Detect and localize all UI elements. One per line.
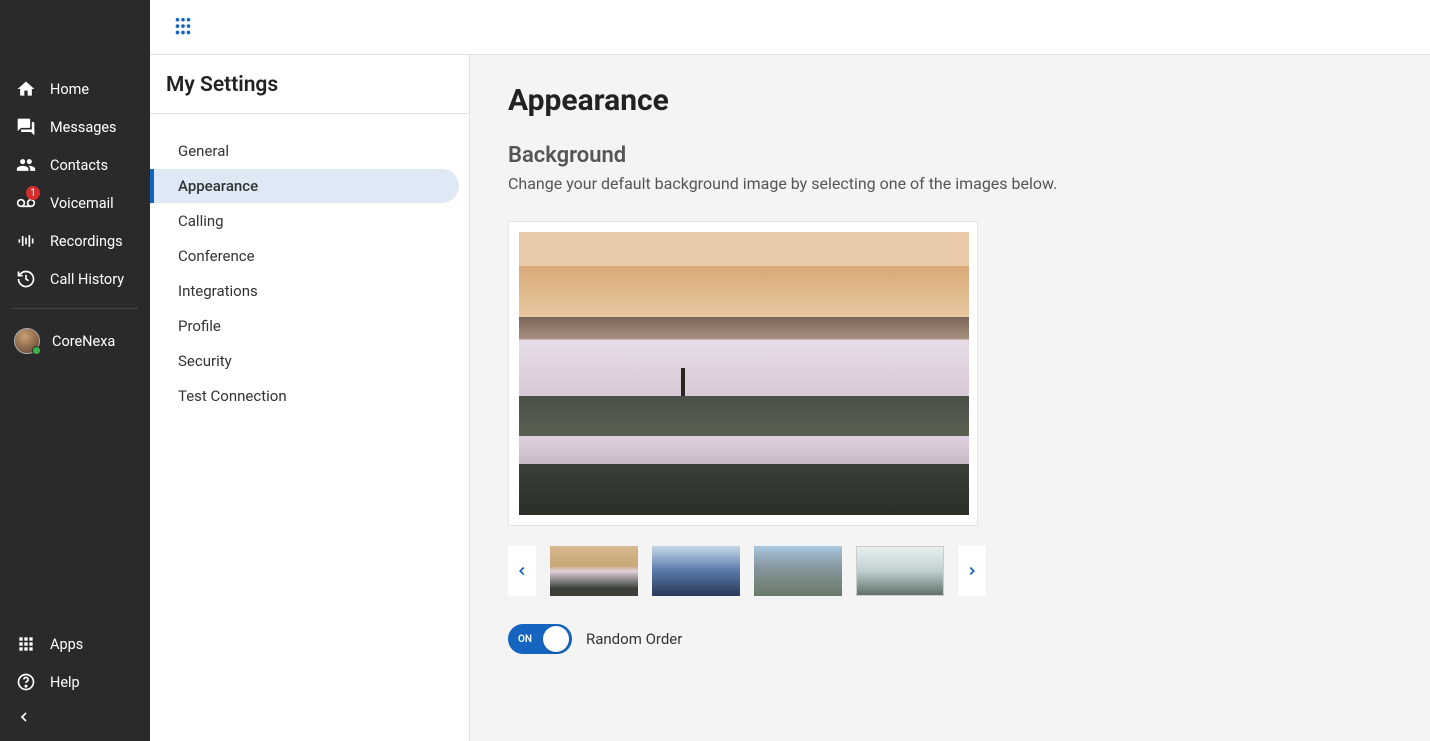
settings-item-calling[interactable]: Calling — [150, 204, 459, 238]
sidebar-item-label: Recordings — [50, 233, 123, 250]
avatar — [14, 328, 40, 354]
sidebar-item-label: Contacts — [50, 157, 108, 174]
background-thumbnail-4[interactable] — [856, 546, 944, 596]
history-icon — [16, 269, 36, 289]
settings-sidebar: My Settings General Appearance Calling C… — [150, 55, 470, 741]
background-thumbnail-2[interactable] — [652, 546, 740, 596]
sidebar-user-label: CoreNexa — [52, 333, 115, 350]
home-icon — [16, 79, 36, 99]
settings-item-test-connection[interactable]: Test Connection — [150, 379, 459, 413]
toggle-on-label: ON — [518, 634, 532, 645]
thumbnail-prev-button[interactable] — [508, 546, 536, 596]
sidebar-item-label: Call History — [50, 271, 124, 288]
sidebar-item-voicemail[interactable]: 1 Voicemail — [0, 184, 150, 222]
settings-item-general[interactable]: General — [150, 134, 459, 168]
sidebar-item-help[interactable]: Help — [0, 663, 150, 701]
sidebar-item-messages[interactable]: Messages — [0, 108, 150, 146]
chevron-left-icon — [515, 564, 529, 578]
background-section-description: Change your default background image by … — [508, 174, 1392, 193]
sidebar-item-home[interactable]: Home — [0, 70, 150, 108]
sidebar-item-contacts[interactable]: Contacts — [0, 146, 150, 184]
presence-indicator — [32, 346, 41, 355]
sidebar-user[interactable]: CoreNexa — [0, 319, 150, 363]
settings-item-integrations[interactable]: Integrations — [150, 274, 459, 308]
random-order-toggle[interactable]: ON — [508, 624, 572, 654]
contacts-icon — [16, 155, 36, 175]
sidebar-item-label: Help — [50, 674, 80, 691]
sidebar-item-call-history[interactable]: Call History — [0, 260, 150, 298]
background-preview-card — [508, 221, 978, 526]
sidebar-item-label: Apps — [50, 636, 83, 653]
background-thumbnail-row — [508, 546, 978, 596]
content-main: Appearance Background Change your defaul… — [470, 55, 1430, 741]
top-header — [150, 0, 1430, 55]
background-thumbnail-3[interactable] — [754, 546, 842, 596]
random-order-label: Random Order — [586, 630, 682, 648]
sidebar-item-label: Messages — [50, 119, 117, 136]
background-preview-image — [519, 232, 969, 515]
background-thumbnail-1[interactable] — [550, 546, 638, 596]
settings-item-security[interactable]: Security — [150, 344, 459, 378]
settings-sidebar-title: My Settings — [150, 55, 469, 114]
primary-sidebar: Home Messages Contacts 1 Voicemail — [0, 0, 150, 741]
sidebar-item-label: Voicemail — [50, 195, 114, 212]
voicemail-badge: 1 — [26, 186, 40, 200]
sidebar-collapse-button[interactable] — [0, 701, 150, 733]
settings-item-appearance[interactable]: Appearance — [150, 169, 459, 203]
toggle-knob — [543, 626, 569, 652]
settings-item-profile[interactable]: Profile — [150, 309, 459, 343]
apps-icon — [16, 634, 36, 654]
settings-item-conference[interactable]: Conference — [150, 239, 459, 273]
chevron-left-icon — [16, 709, 134, 725]
chevron-right-icon — [965, 564, 979, 578]
sidebar-item-label: Home — [50, 81, 89, 98]
sidebar-divider — [12, 308, 138, 309]
random-order-row: ON Random Order — [508, 624, 1392, 654]
help-icon — [16, 672, 36, 692]
dialpad-icon[interactable] — [172, 16, 194, 38]
thumbnail-next-button[interactable] — [958, 546, 986, 596]
messages-icon — [16, 117, 36, 137]
background-section-title: Background — [508, 143, 1392, 168]
sidebar-item-recordings[interactable]: Recordings — [0, 222, 150, 260]
page-title: Appearance — [508, 83, 1392, 118]
sidebar-item-apps[interactable]: Apps — [0, 625, 150, 663]
recordings-icon — [16, 231, 36, 251]
